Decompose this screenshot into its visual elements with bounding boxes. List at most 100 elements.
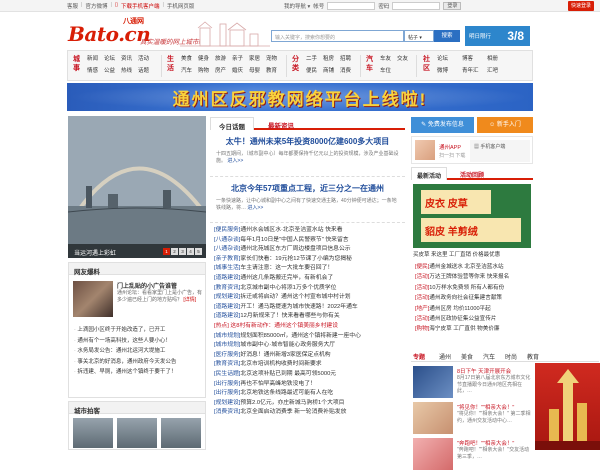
nav-cat-community[interactable]: 社区	[423, 55, 435, 73]
city-photo[interactable]	[73, 418, 113, 448]
list-item[interactable]: [出行服务]北京地铁这条线路最近可能有人在吃	[214, 389, 406, 399]
nav-item[interactable]: 租房	[323, 53, 337, 63]
nav-item[interactable]: 资讯	[121, 53, 135, 63]
side-ad-image[interactable]	[535, 363, 600, 450]
free-post-button[interactable]: ✎ 免费发布信息	[411, 117, 474, 133]
slider-page[interactable]: 1	[163, 248, 170, 255]
slider-page[interactable]: 3	[179, 248, 186, 255]
list-item[interactable]: [道路建设]开工！通马路提速为城市快速路！2022年通车	[214, 303, 406, 313]
nav-item[interactable]: 相册	[487, 53, 509, 63]
list-item[interactable]: [活动]通州政务向社会征集建言献策	[415, 293, 533, 303]
list-item[interactable]: [活动]万达王牌体验营等你来 快来报名	[415, 272, 533, 282]
nav-cat-life[interactable]: 生活	[167, 55, 179, 73]
nav-item[interactable]: 话题	[138, 65, 152, 75]
tab-fashion[interactable]: 时尚	[505, 352, 517, 361]
list-item[interactable]: [道路建设]12月新规来了！快来看看哪些与你有关	[214, 312, 406, 322]
nav-item[interactable]: 二手	[306, 53, 320, 63]
city-photo[interactable]	[161, 418, 201, 448]
nav-item[interactable]: 论坛	[104, 53, 118, 63]
search-category-select[interactable]: 帖子 ▾	[404, 30, 434, 42]
list-item[interactable]: [地产]通州区房 均价11000平起	[415, 304, 533, 314]
nav-item[interactable]: 汇吧	[487, 65, 509, 75]
enter-link[interactable]: 进入>>	[227, 158, 243, 164]
nav-cat-city[interactable]: 城事	[73, 55, 85, 73]
nav-item[interactable]: 商铺	[323, 65, 337, 75]
nav-item[interactable]: 教育	[266, 65, 280, 75]
nav-item[interactable]: 房产	[215, 65, 229, 75]
nav-item[interactable]: 青年汇	[462, 65, 484, 75]
slider-page[interactable]: 4	[187, 248, 194, 255]
slider-page[interactable]: 5	[195, 248, 202, 255]
newbie-guide-button[interactable]: ☺ 新手入门	[477, 117, 533, 133]
search-button[interactable]: 搜索	[434, 30, 460, 42]
list-item[interactable]: [消费资讯]北京全面启动消费季 新一轮消费补贴发放	[214, 408, 406, 418]
nav-item[interactable]: 情感	[87, 65, 101, 75]
nav-item[interactable]: 宠物	[266, 53, 280, 63]
list-item[interactable]: 通州有个一场高科技，这些人要小心！	[74, 336, 204, 347]
nav-item[interactable]: 车位	[380, 65, 394, 75]
nav-item[interactable]: 婚庆	[232, 65, 246, 75]
nav-item[interactable]: 购物	[198, 65, 212, 75]
list-item[interactable]: [规划建设]拆迁或将启动？通州这个村宣布城中村计划	[214, 293, 406, 303]
list-item[interactable]: [教育资讯]北京城市副中心将添1万多个优质学位	[214, 284, 406, 294]
list-item[interactable]: [亲子教育]家长们快看：19元抢12节课了小编为您揭秘	[214, 255, 406, 265]
tab-activity-review[interactable]: 活动回顾	[455, 167, 489, 180]
app-label[interactable]: 通州APP	[439, 143, 461, 151]
nav-item[interactable]: 论坛	[437, 53, 459, 63]
nav-item[interactable]: 公益	[104, 65, 118, 75]
search-input[interactable]: 输入关键字，搜索你想要的	[271, 30, 404, 42]
feature-title[interactable]: 门上乱贴的小广告谁管	[117, 281, 177, 290]
nav-item[interactable]: 交友	[397, 53, 411, 63]
hot-item[interactable]: [热点] 这8村有新动作：通州这个镇美丽乡村建设	[214, 322, 406, 332]
list-item[interactable]: [城市规划]城市副中心·城市智能心政务服务大厅	[214, 341, 406, 351]
nav-item[interactable]: 母婴	[249, 65, 263, 75]
headline-title[interactable]: 太牛！通州未来5年投资8000亿建600多大项目	[210, 136, 405, 147]
login-button[interactable]: 登录	[443, 2, 462, 10]
list-item[interactable]: [购物]海宁皮草 工厂直供 物美价廉	[415, 324, 533, 334]
list-item[interactable]: [民生话题]北京这项补贴已到期 最高可领5000元	[214, 370, 406, 380]
nav-item[interactable]: 汽车	[181, 65, 195, 75]
nav-item[interactable]: 博客	[462, 53, 484, 63]
account-input[interactable]	[327, 2, 376, 10]
nav-item[interactable]: 热线	[121, 65, 135, 75]
list-item[interactable]: [教育资讯]北京市培训机构收费时间新要求	[214, 360, 406, 370]
list-item[interactable]: [规划建设]预算2.0亿元，亦庄新城马驹桥1个大项目	[214, 399, 406, 409]
qr-box[interactable]: ▦ 手机客户端	[470, 140, 530, 162]
anti-cult-banner[interactable]: 通州区反邪教网络平台上线啦!	[67, 83, 533, 111]
enter-link[interactable]: 进入>>	[247, 205, 263, 211]
list-item[interactable]: [便民]通州金城送水 北京圣洁蓝水站	[415, 262, 533, 272]
list-item[interactable]: [便民服务]通州水会城区水·北京圣洁蓝水站 快来看	[214, 226, 406, 236]
nav-cat-cars[interactable]: 汽车	[366, 55, 378, 73]
slider-page[interactable]: 2	[171, 248, 178, 255]
list-item[interactable]: [八通杂谈]每年1月10日是"中国人民警察节" 快来留言	[214, 236, 406, 246]
list-item[interactable]: 上滴园小区终于开始改造了，已开工	[74, 325, 204, 336]
nav-item[interactable]: 车友	[380, 53, 394, 63]
list-item[interactable]: [医疗服务]好消息！通州新增3家医保定点机构	[214, 351, 406, 361]
tab-tongzhou[interactable]: 通州	[439, 352, 451, 361]
list-item[interactable]: [道路建设]通州这几条路搬迁完毕，有新机会了	[214, 274, 406, 284]
tab-today-topic[interactable]: 今日话题	[210, 117, 254, 131]
tab-education[interactable]: 教育	[527, 352, 539, 361]
nav-item[interactable]: 旅游	[215, 53, 229, 63]
tab-food[interactable]: 美食	[461, 352, 473, 361]
quick-login-button[interactable]: 快速登录	[568, 1, 594, 11]
mobile-web-link[interactable]: 手机网页版	[167, 2, 195, 10]
list-item[interactable]: [城事生活]车主请注意：这一大批车要召回了！	[214, 264, 406, 274]
nav-item[interactable]: 亲子	[232, 53, 246, 63]
nav-item[interactable]: 家居	[249, 53, 263, 63]
topic-card[interactable]: "奔跑吧！""相亲大会！" "奔跑吧！""相亲大会！"交友活动第三季，…	[411, 436, 533, 472]
list-item[interactable]: 拆违建、早厕，通州这个镇终于要干了！	[74, 367, 204, 378]
list-item[interactable]: [活动]10万样水免费领 所有人都有份	[415, 283, 533, 293]
detail-link[interactable]: [详情]	[183, 297, 196, 303]
password-input[interactable]	[392, 2, 441, 10]
headline-title[interactable]: 北京今年57项重点工程，近三分之一在通州	[210, 183, 405, 194]
nav-item[interactable]: 微博	[437, 65, 459, 75]
topic-card[interactable]: 8日下午 天津开展开会 8月17日第八届北京东方城市文化节直播跟今日通州地区亮相…	[411, 364, 533, 400]
city-photo[interactable]	[117, 418, 157, 448]
tab-latest-news[interactable]: 最新资讯	[260, 117, 302, 130]
ad-caption[interactable]: 买皮草 来这里 工厂直销 价格最优惠	[413, 250, 531, 258]
tab-cars[interactable]: 汽车	[483, 352, 495, 361]
my-nav-dropdown[interactable]: 我的导航 ▾	[284, 2, 310, 10]
nav-item[interactable]: 招聘	[340, 53, 354, 63]
list-item[interactable]: [城市规划]规划面积85000㎡，通州这个镇将新建一座中心	[214, 332, 406, 342]
